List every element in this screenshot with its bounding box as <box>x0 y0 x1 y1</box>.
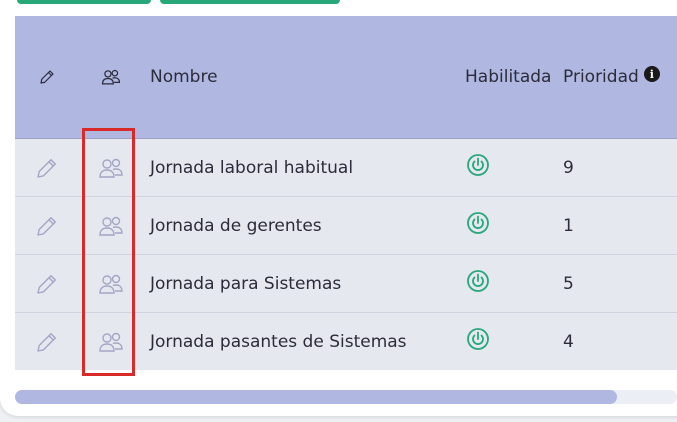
table-header: Nombre Habilitada Prioridad i <box>15 16 677 139</box>
row-priority: 4 <box>563 331 574 352</box>
enabled-toggle[interactable] <box>464 255 492 312</box>
header-name[interactable]: Nombre <box>150 16 218 138</box>
header-priority[interactable]: Prioridad i <box>563 16 660 138</box>
pencil-icon <box>35 156 59 180</box>
header-edit-column <box>33 16 61 138</box>
enabled-toggle[interactable] <box>464 139 492 196</box>
users-column-highlight <box>82 128 135 376</box>
header-priority-label: Prioridad <box>563 67 639 87</box>
power-icon <box>466 269 490 293</box>
horizontal-scrollbar[interactable] <box>15 390 677 404</box>
info-icon[interactable]: i <box>643 66 660 82</box>
scrollbar-thumb[interactable] <box>15 390 618 404</box>
pencil-icon <box>35 272 59 296</box>
edit-button[interactable] <box>33 139 61 196</box>
header-users-column <box>95 16 127 138</box>
edit-button[interactable] <box>33 197 61 254</box>
row-name: Jornada laboral habitual <box>150 157 354 178</box>
users-icon <box>101 68 121 86</box>
power-icon <box>466 153 490 177</box>
row-priority: 9 <box>563 157 574 178</box>
header-enabled[interactable]: Habilitada <box>465 16 551 138</box>
enabled-toggle[interactable] <box>464 197 492 254</box>
row-priority: 1 <box>563 215 574 236</box>
toolbar-button-secondary[interactable] <box>160 0 340 4</box>
pencil-icon <box>35 214 59 238</box>
power-icon <box>466 327 490 351</box>
row-name: Jornada pasantes de Sistemas <box>150 331 407 352</box>
pencil-icon <box>35 330 59 354</box>
row-name: Jornada para Sistemas <box>150 273 342 294</box>
pencil-icon <box>38 68 56 86</box>
edit-button[interactable] <box>33 255 61 312</box>
power-icon <box>466 211 490 235</box>
toolbar-button-primary[interactable] <box>17 0 151 4</box>
enabled-toggle[interactable] <box>464 313 492 370</box>
row-priority: 5 <box>563 273 574 294</box>
row-name: Jornada de gerentes <box>150 215 322 236</box>
edit-button[interactable] <box>33 313 61 370</box>
